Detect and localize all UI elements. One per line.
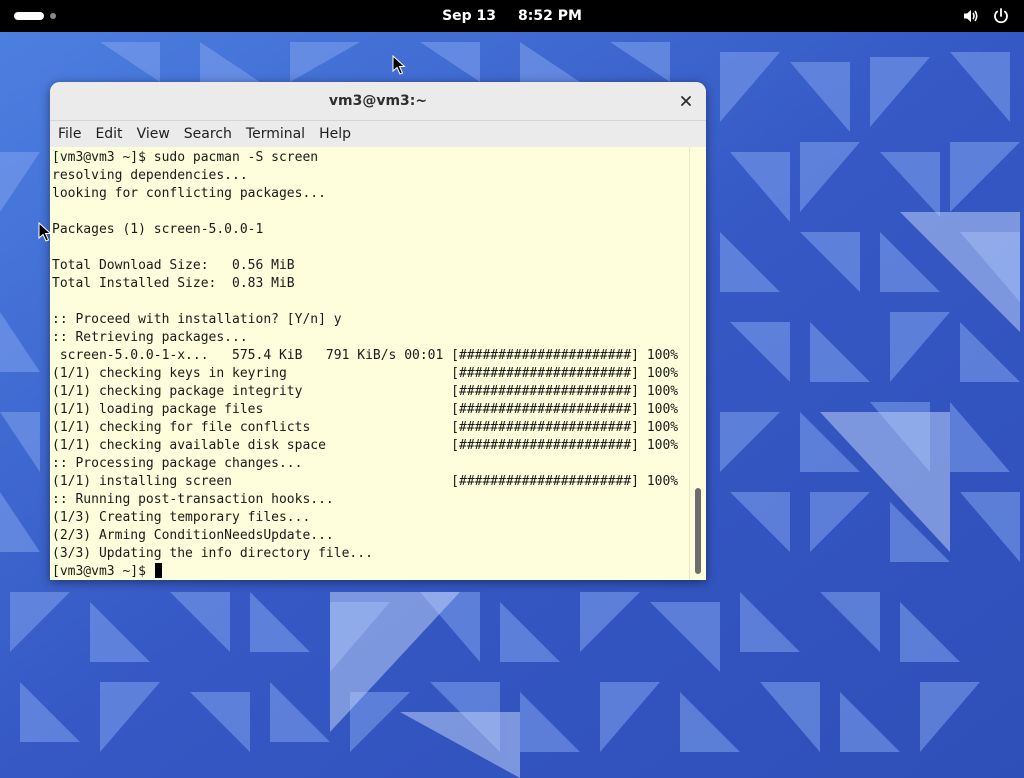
scrollbar-thumb[interactable] [695, 488, 701, 574]
clock-date: Sep 13 [442, 8, 497, 24]
menu-edit[interactable]: Edit [88, 121, 129, 147]
terminal-line: (2/3) Arming ConditionNeedsUpdate... [52, 528, 334, 543]
terminal-line: :: Proceed with installation? [Y/n] y [52, 312, 342, 327]
terminal-line: (1/1) checking for file conflicts [#####… [52, 420, 679, 435]
clock-time: 8:52 PM [518, 8, 582, 24]
close-button[interactable] [676, 91, 696, 111]
terminal-line: (1/1) installing screen [###############… [52, 474, 679, 489]
terminal-line: looking for conflicting packages... [52, 186, 326, 201]
shell-prompt: [vm3@vm3 ~]$ [52, 564, 154, 579]
terminal-line: resolving dependencies... [52, 168, 248, 183]
terminal-line: (1/1) checking available disk space [###… [52, 438, 679, 453]
mouse-pointer-icon [38, 222, 52, 242]
terminal-prompt-line[interactable]: [vm3@vm3 ~]$ [52, 563, 690, 580]
terminal-line: :: Retrieving packages... [52, 330, 248, 345]
system-tray[interactable] [962, 7, 1010, 25]
volume-icon[interactable] [962, 7, 980, 25]
window-titlebar[interactable]: vm3@vm3:~ [50, 82, 706, 121]
terminal-line: (1/1) checking package integrity [######… [52, 384, 679, 399]
menu-terminal[interactable]: Terminal [239, 121, 312, 147]
terminal-line: Total Installed Size: 0.83 MiB [52, 276, 295, 291]
menu-help[interactable]: Help [312, 121, 358, 147]
top-bar: Sep 13 8:52 PM [0, 0, 1024, 32]
terminal-line: Total Download Size: 0.56 MiB [52, 258, 295, 273]
terminal-line: (1/1) loading package files [###########… [52, 402, 679, 417]
mouse-pointer-icon [392, 55, 406, 75]
terminal-output[interactable]: [vm3@vm3 ~]$ sudo pacman -S screen resol… [50, 147, 690, 580]
power-icon[interactable] [992, 7, 1010, 25]
clock[interactable]: Sep 13 8:52 PM [0, 0, 1024, 32]
menu-bar: File Edit View Search Terminal Help [50, 121, 706, 148]
close-icon [681, 96, 691, 106]
terminal-line: [vm3@vm3 ~]$ sudo pacman -S screen [52, 150, 319, 165]
terminal-line: Packages (1) screen-5.0.0-1 [52, 222, 264, 237]
window-title: vm3@vm3:~ [328, 93, 428, 109]
terminal-line: :: Processing package changes... [52, 456, 303, 471]
terminal-line: (1/3) Creating temporary files... [52, 510, 311, 525]
menu-view[interactable]: View [130, 121, 177, 147]
vertical-scrollbar[interactable] [689, 147, 706, 580]
menu-search[interactable]: Search [177, 121, 239, 147]
menu-file[interactable]: File [51, 121, 88, 147]
terminal-line: (1/1) checking keys in keyring [########… [52, 366, 679, 381]
terminal-line: screen-5.0.0-1-x... 575.4 KiB 791 KiB/s … [52, 348, 679, 363]
terminal-window[interactable]: vm3@vm3:~ File Edit View Search Terminal… [50, 82, 706, 580]
terminal-line: (3/3) Updating the info directory file..… [52, 546, 373, 561]
terminal-line: :: Running post-transaction hooks... [52, 492, 334, 507]
text-cursor [154, 563, 162, 578]
